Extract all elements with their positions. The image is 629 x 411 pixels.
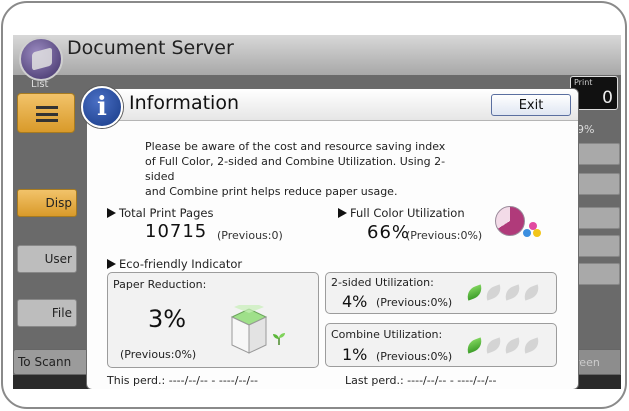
leaf-icon [483,337,504,354]
this-period-text: This perd.: ----/--/-- - ----/--/-- [107,374,259,387]
user-button[interactable]: User [17,245,77,273]
device-frame: Document Server List Disp User File Prin… [1,1,627,409]
notice-line: of Full Color, 2-sided and Combine Utili… [145,155,446,183]
paper-reduction-previous: (Previous:0%) [120,348,197,361]
combine-value: 1% [342,345,368,364]
leaf-icon [502,337,523,354]
color-dots-icon [523,222,543,238]
paper-reduction-value: 3% [148,305,187,333]
leaf-icon [483,284,504,301]
eco-indicator-label: Eco-friendly Indicator [107,257,242,271]
full-color-label: Full Color Utilization [338,206,465,220]
information-dialog: Information Exit Please be aware of the … [86,88,579,389]
leaf-icon [521,337,542,354]
dialog-header: Information Exit [87,89,578,121]
combine-label: Combine Utilization: [331,328,443,341]
list-button[interactable] [17,93,75,133]
full-color-label-text: Full Color Utilization [350,206,465,220]
print-counter-value: 0 [602,88,613,108]
exit-button[interactable]: Exit [491,94,571,116]
pointer-icon [107,208,116,218]
screen: Document Server List Disp User File Prin… [13,35,621,389]
full-color-value: 66% [367,222,411,243]
notice-line: Please be aware of the cost and resource… [145,140,446,153]
two-sided-leaf-rating [464,284,542,301]
total-pages-value: 10715 [145,221,208,242]
notice-line: and Combine print helps reduce paper usa… [145,185,398,198]
combine-previous: (Previous:0%) [376,350,453,363]
leaf-icon [521,284,542,301]
pie-chart-icon [495,206,525,236]
sprout-icon [273,333,285,345]
display-button-label: Disp [45,196,72,210]
notice-text: Please be aware of the cost and resource… [145,139,465,199]
combine-panel: Combine Utilization: 1% (Previous:0%) [325,323,557,367]
print-counter-label: Print [574,78,593,87]
leaf-icon [464,284,485,301]
exit-button-label: Exit [518,97,544,113]
total-pages-previous: (Previous:0) [217,229,283,242]
paper-reduction-panel: Paper Reduction: 3% (Previous:0%) [107,272,319,368]
leaf-icon [502,284,523,301]
background-title: Document Server [67,37,234,59]
two-sided-label: 2-sided Utilization: [331,276,434,289]
pointer-icon [107,259,116,269]
app-logo-icon [19,37,63,81]
list-label: List [31,79,49,90]
paper-box-icon [230,305,268,354]
file-button[interactable]: File [17,299,77,327]
two-sided-panel: 2-sided Utilization: 4% (Previous:0%) [325,272,557,314]
total-pages-label-text: Total Print Pages [119,206,214,220]
two-sided-value: 4% [342,292,368,311]
leaf-icon [464,337,485,354]
list-icon [36,106,58,122]
two-sided-previous: (Previous:0%) [376,296,453,309]
last-period-text: Last perd.: ----/--/-- - ----/--/-- [345,374,497,387]
total-pages-label: Total Print Pages [107,206,213,220]
eco-indicator-label-text: Eco-friendly Indicator [119,257,243,271]
pointer-icon [338,208,347,218]
file-button-label: File [51,306,72,320]
display-button[interactable]: Disp [17,189,77,217]
to-scanner-label: To Scann [18,355,72,369]
background-titlebar: Document Server [13,35,621,75]
full-color-previous: (Previous:0%) [406,229,483,242]
paper-reduction-label: Paper Reduction: [113,278,207,291]
info-icon: i [81,86,123,128]
combine-leaf-rating [464,337,542,354]
dialog-title: Information [129,92,239,114]
user-button-label: User [44,252,72,266]
